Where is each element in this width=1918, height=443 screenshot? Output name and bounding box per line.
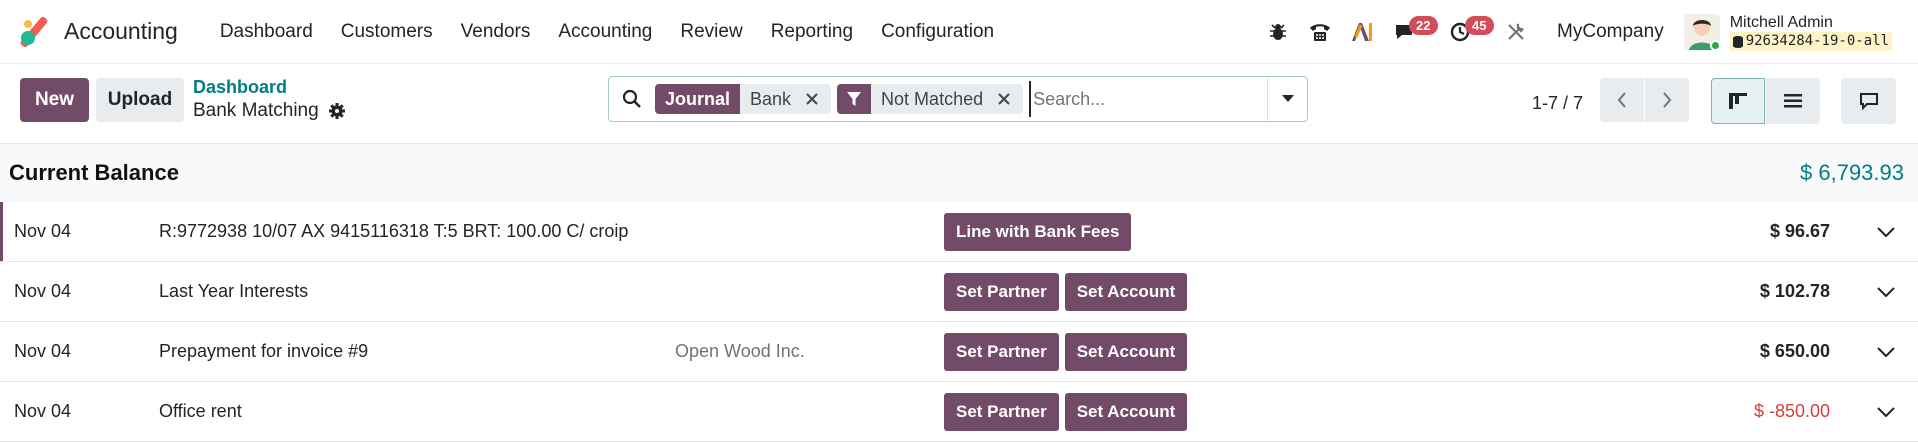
facet-label: Journal bbox=[655, 84, 741, 114]
chevron-right-icon bbox=[1663, 92, 1672, 108]
line-actions: Set Partner Set Account bbox=[944, 272, 1188, 311]
page-title: Bank Matching bbox=[193, 100, 319, 121]
main-menu: Dashboard Customers Vendors Accounting R… bbox=[206, 21, 1008, 43]
breadcrumb-dashboard[interactable]: Dashboard bbox=[193, 76, 345, 98]
activities-icon[interactable]: 45 bbox=[1443, 15, 1494, 49]
pager-next-button[interactable] bbox=[1645, 78, 1689, 122]
presence-indicator bbox=[1709, 40, 1720, 50]
search-bar: Journal Bank Not Matched bbox=[608, 76, 1308, 122]
set-partner-button[interactable]: Set Partner bbox=[944, 392, 1059, 431]
database-name: 92634284-19-0-all bbox=[1745, 33, 1889, 49]
pager-previous-button[interactable] bbox=[1600, 78, 1644, 122]
chat-icon bbox=[1859, 93, 1878, 110]
debug-tools-icon[interactable] bbox=[1499, 15, 1533, 49]
set-account-button[interactable]: Set Account bbox=[1064, 332, 1188, 371]
search-input[interactable] bbox=[1029, 81, 1260, 117]
menu-vendors[interactable]: Vendors bbox=[447, 21, 545, 43]
chevron-down-icon[interactable] bbox=[1874, 280, 1898, 304]
messages-badge: 22 bbox=[1409, 16, 1438, 35]
breadcrumb-current: Bank Matching bbox=[193, 98, 345, 124]
statement-line-row[interactable]: Nov 04 Last Year Interests Set Partner S… bbox=[0, 262, 1918, 322]
chevron-down-icon[interactable] bbox=[1874, 220, 1898, 244]
search-icon[interactable] bbox=[609, 77, 655, 121]
messages-icon[interactable]: 22 bbox=[1387, 15, 1438, 49]
caret-down-icon bbox=[1281, 95, 1294, 102]
search-facet-journal: Journal Bank bbox=[655, 84, 832, 114]
phone-icon[interactable] bbox=[1303, 15, 1337, 49]
set-partner-button[interactable]: Set Partner bbox=[944, 272, 1059, 311]
line-actions: Line with Bank Fees bbox=[944, 212, 1132, 251]
user-avatar[interactable] bbox=[1683, 14, 1720, 50]
line-label: Last Year Interests bbox=[159, 281, 309, 301]
line-actions: Set Partner Set Account bbox=[944, 332, 1188, 371]
gear-icon[interactable] bbox=[328, 103, 345, 119]
control-panel: New Upload Dashboard Bank Matching Journ… bbox=[0, 64, 1918, 144]
balance-value: $ 6,793.93 bbox=[1800, 160, 1904, 185]
line-amount: $ 650.00 bbox=[1759, 341, 1830, 361]
line-label: R:9772938 10/07 AX 9415116318 T:5 BRT: 1… bbox=[159, 221, 629, 241]
line-partner: Open Wood Inc. bbox=[675, 341, 805, 361]
new-button[interactable]: New bbox=[20, 78, 89, 122]
user-name: Mitchell Admin bbox=[1729, 14, 1833, 31]
line-actions: Set Partner Set Account bbox=[944, 392, 1188, 431]
line-label: Office rent bbox=[159, 401, 242, 421]
database-tag: 92634284-19-0-all bbox=[1729, 32, 1892, 51]
company-switcher[interactable]: MyCompany bbox=[1557, 21, 1664, 43]
menu-accounting[interactable]: Accounting bbox=[544, 21, 666, 43]
list-view-button[interactable] bbox=[1766, 78, 1820, 124]
app-title[interactable]: Accounting bbox=[64, 18, 178, 45]
ai-icon[interactable] bbox=[1345, 15, 1379, 49]
kanban-view-button[interactable] bbox=[1711, 78, 1765, 124]
breadcrumb: Dashboard Bank Matching bbox=[193, 76, 345, 124]
line-date: Nov 04 bbox=[14, 281, 72, 301]
set-account-button[interactable]: Set Account bbox=[1064, 272, 1188, 311]
pager-value[interactable]: 1-7 / 7 bbox=[1532, 93, 1583, 114]
line-with-bank-fees-button[interactable]: Line with Bank Fees bbox=[944, 212, 1132, 251]
line-date: Nov 04 bbox=[14, 221, 72, 241]
menu-configuration[interactable]: Configuration bbox=[867, 21, 1008, 43]
chevron-down-icon[interactable] bbox=[1874, 340, 1898, 364]
database-icon bbox=[1732, 35, 1743, 48]
accounting-app-icon[interactable] bbox=[18, 16, 50, 48]
chatter-toggle-button[interactable] bbox=[1841, 78, 1896, 124]
line-amount: $ 96.67 bbox=[1769, 221, 1830, 241]
upload-button[interactable]: Upload bbox=[96, 78, 184, 122]
kanban-icon bbox=[1729, 93, 1747, 109]
current-balance-bar: Current Balance $ 6,793.93 bbox=[0, 144, 1918, 202]
bank-statement-lines: Nov 04 R:9772938 10/07 AX 9415116318 T:5… bbox=[0, 202, 1918, 442]
bug-icon[interactable] bbox=[1261, 15, 1295, 49]
statement-line-row[interactable]: Nov 04 Office rent Set Partner Set Accou… bbox=[0, 382, 1918, 442]
facet-value: Not Matched bbox=[881, 88, 984, 109]
menu-reporting[interactable]: Reporting bbox=[757, 21, 867, 43]
chevron-left-icon bbox=[1617, 92, 1626, 108]
top-navbar: Accounting Dashboard Customers Vendors A… bbox=[0, 0, 1918, 64]
set-account-button[interactable]: Set Account bbox=[1064, 392, 1188, 431]
user-menu[interactable]: Mitchell Admin 92634284-19-0-all bbox=[1729, 13, 1892, 51]
statement-line-row[interactable]: Nov 04 R:9772938 10/07 AX 9415116318 T:5… bbox=[0, 202, 1918, 262]
line-amount: $ -850.00 bbox=[1753, 401, 1830, 421]
systray: 22 45 MyCompany Mitchell Admin 92634284-… bbox=[1253, 0, 1892, 64]
filter-icon bbox=[837, 84, 872, 114]
menu-review[interactable]: Review bbox=[666, 21, 756, 43]
search-facet-filter: Not Matched bbox=[837, 84, 1024, 114]
search-options-toggle[interactable] bbox=[1267, 77, 1307, 121]
line-label: Prepayment for invoice #9 bbox=[159, 341, 369, 361]
line-date: Nov 04 bbox=[14, 401, 72, 421]
line-date: Nov 04 bbox=[14, 341, 72, 361]
activities-badge: 45 bbox=[1465, 16, 1494, 35]
menu-dashboard[interactable]: Dashboard bbox=[206, 21, 327, 43]
facet-value: Bank bbox=[750, 88, 792, 109]
menu-customers[interactable]: Customers bbox=[327, 21, 447, 43]
statement-line-row[interactable]: Nov 04 Prepayment for invoice #9 Open Wo… bbox=[0, 322, 1918, 382]
chevron-down-icon[interactable] bbox=[1874, 400, 1898, 424]
line-amount: $ 102.78 bbox=[1759, 281, 1830, 301]
balance-label: Current Balance bbox=[9, 160, 179, 185]
close-icon[interactable] bbox=[993, 93, 1015, 105]
close-icon[interactable] bbox=[801, 93, 823, 105]
set-partner-button[interactable]: Set Partner bbox=[944, 332, 1059, 371]
list-icon bbox=[1784, 94, 1802, 108]
